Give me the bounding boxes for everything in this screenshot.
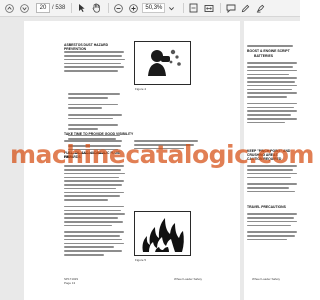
figure-caption: Figure 5 <box>135 258 147 262</box>
pdf-toolbar: 20 / 538 50,3% <box>0 0 300 17</box>
zoom-level-select[interactable]: 50,3% <box>142 3 166 13</box>
zoom-out-icon[interactable] <box>113 3 124 14</box>
body-text <box>64 163 126 258</box>
fit-page-icon[interactable] <box>188 3 199 14</box>
body-text <box>247 211 299 242</box>
respirator-icon <box>137 44 188 82</box>
section-heading: BOOST & ENGINE SCRIPT <box>247 49 290 53</box>
footer-page-label: Page 13 <box>64 281 76 285</box>
highlighter-icon[interactable] <box>255 3 266 14</box>
page-number-input[interactable]: 20 <box>36 3 50 13</box>
section-heading: TAKE TIME TO PROVIDE GOOD VISIBILITY <box>64 132 134 136</box>
fit-width-icon[interactable] <box>203 3 214 14</box>
footer-section-title: Wheel Loader Safety <box>174 277 203 281</box>
section-heading: TRAVEL PRECAUTIONS <box>247 205 286 209</box>
body-text <box>247 60 299 126</box>
flame-icon <box>142 218 184 252</box>
pen-icon[interactable] <box>240 3 251 14</box>
page-up-icon[interactable] <box>4 3 15 14</box>
footer-section-title: Wheel Loader Safety <box>252 277 281 281</box>
page-down-icon[interactable] <box>19 3 30 14</box>
chevron-down-icon[interactable] <box>166 3 177 14</box>
hand-tool-icon[interactable] <box>91 3 102 14</box>
figure-fire-hazard <box>134 211 191 256</box>
section-heading: BATTERIES <box>254 54 273 58</box>
figure-asbestos-warning <box>134 41 191 85</box>
zoom-in-icon[interactable] <box>128 3 139 14</box>
body-text <box>64 49 126 74</box>
watermark-text: machinecatalogic.com <box>10 140 314 169</box>
figure-caption: Figure 4 <box>135 87 147 91</box>
comment-icon[interactable] <box>225 3 236 14</box>
select-arrow-icon[interactable] <box>76 3 87 14</box>
page-total: / 538 <box>52 5 66 11</box>
